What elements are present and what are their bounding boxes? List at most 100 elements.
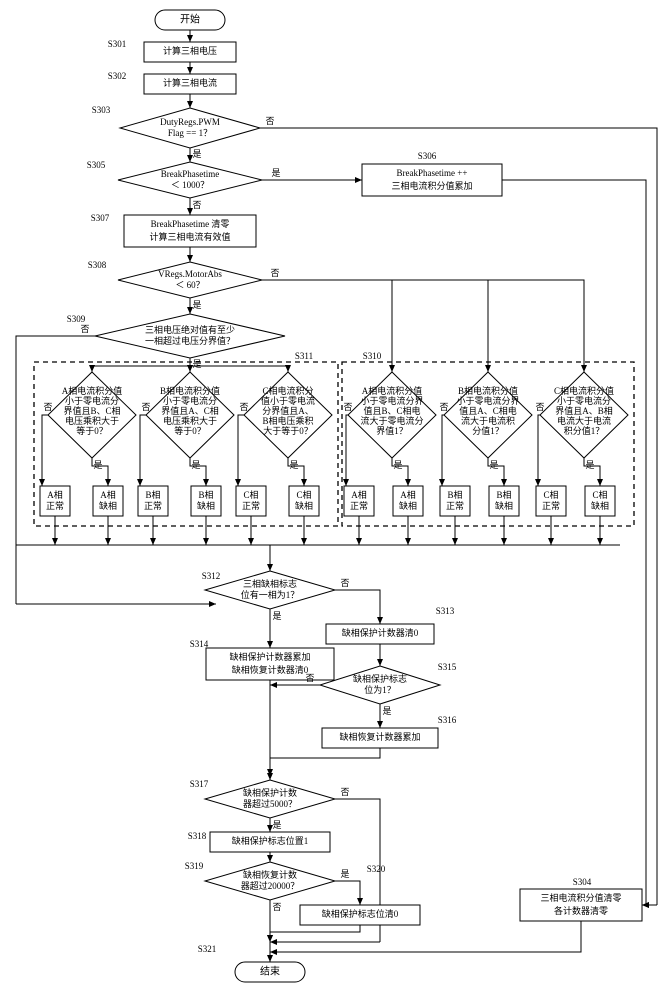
svg-text:A相: A相: [100, 489, 116, 500]
svg-text:A相: A相: [400, 489, 416, 500]
svg-text:是: 是: [289, 460, 298, 470]
s311-label: S311: [295, 351, 313, 361]
svg-text:否: 否: [43, 402, 52, 412]
s319-a: 缺相恢复计数: [243, 869, 297, 880]
s309-label: S309: [67, 314, 86, 324]
s315-b: 位为1？: [364, 684, 396, 695]
svg-text:B相: B相: [496, 489, 511, 500]
svg-text:B相电流积分值: B相电流积分值: [458, 385, 518, 396]
s308-label: S308: [88, 260, 107, 270]
svg-text:值且B、C相电: 值且B、C相电: [363, 405, 420, 416]
s321-label: S321: [198, 944, 217, 954]
svg-text:正常: 正常: [446, 500, 464, 511]
start-label: 开始: [180, 12, 200, 25]
s305-d2: ＜ 1000？: [171, 180, 209, 190]
svg-text:是: 是: [93, 460, 102, 470]
svg-text:否: 否: [535, 402, 544, 412]
s308-b: ＜ 60？: [175, 280, 204, 290]
s304-a: 三相电流积分值清零: [540, 892, 621, 903]
s312-b: 位有一相为1？: [241, 589, 300, 600]
s302-box: 计算三相电流: [163, 77, 217, 88]
svg-text:A相: A相: [351, 489, 367, 500]
svg-text:是: 是: [585, 460, 594, 470]
svg-text:小于零电流分: 小于零电流分: [163, 395, 217, 406]
s303-label: S303: [92, 105, 111, 115]
s314-a: 缺相保护计数器累加: [229, 651, 310, 662]
svg-text:等于0？: 等于0？: [76, 425, 108, 436]
svg-text:否: 否: [80, 324, 89, 334]
svg-text:电压乘积大于: 电压乘积大于: [163, 415, 217, 426]
svg-text:是: 是: [340, 869, 349, 879]
svg-text:界值1？: 界值1？: [376, 425, 408, 436]
svg-text:正常: 正常: [542, 500, 560, 511]
svg-text:A相电流积分值: A相电流积分值: [362, 385, 423, 396]
end-label: 结束: [260, 964, 280, 977]
svg-text:B相电流积分值: B相电流积分值: [160, 385, 220, 396]
svg-text:否: 否: [270, 268, 279, 278]
svg-text:正常: 正常: [46, 500, 64, 511]
svg-text:是: 是: [393, 460, 402, 470]
svg-text:界值且A、C相: 界值且A、C相: [161, 405, 219, 416]
s304-b: 各计数器清零: [554, 905, 608, 916]
svg-text:否: 否: [141, 402, 150, 412]
s319-label: S319: [185, 861, 204, 871]
svg-text:正常: 正常: [144, 500, 162, 511]
s307-label: S307: [91, 213, 110, 223]
svg-text:否: 否: [239, 402, 248, 412]
svg-text:小于零电流分界: 小于零电流分界: [360, 395, 423, 406]
svg-text:B相电压乘积: B相电压乘积: [262, 415, 313, 426]
s307-a: BreakPhasetime 清零: [151, 218, 230, 229]
svg-text:是: 是: [191, 460, 200, 470]
svg-text:流大于零电流分: 流大于零电流分: [360, 415, 423, 426]
svg-text:缺相: 缺相: [591, 500, 609, 511]
svg-text:C相: C相: [243, 489, 258, 500]
s314-b: 缺相恢复计数器清0: [232, 664, 309, 675]
s301-box: 计算三相电压: [163, 45, 217, 56]
svg-text:是: 是: [271, 168, 280, 178]
svg-text:C相电流积分值: C相电流积分值: [554, 385, 614, 396]
svg-text:是: 是: [192, 359, 201, 369]
svg-text:A相: A相: [47, 489, 63, 500]
svg-text:是: 是: [272, 820, 281, 830]
s317-b: 器超过5000？: [243, 798, 297, 809]
svg-text:缺相: 缺相: [399, 500, 417, 511]
svg-text:否: 否: [192, 200, 201, 210]
svg-text:B相: B相: [198, 489, 213, 500]
svg-text:B相: B相: [145, 489, 160, 500]
svg-text:界值且A、B相: 界值且A、B相: [555, 405, 613, 416]
s318-label: S318: [188, 831, 207, 841]
svg-text:C相: C相: [296, 489, 311, 500]
s309-b: 一相超过电压分界值？: [145, 335, 235, 346]
s301-label: S301: [108, 39, 127, 49]
svg-text:流大于电流积: 流大于电流积: [461, 415, 515, 426]
svg-text:大于等于0？: 大于等于0？: [263, 425, 313, 436]
svg-text:否: 否: [340, 787, 349, 797]
s316-box: 缺相恢复计数器累加: [339, 731, 420, 742]
s305-label: S305: [87, 160, 106, 170]
svg-text:小于零电流分: 小于零电流分: [557, 395, 611, 406]
s312-label: S312: [202, 571, 221, 581]
svg-text:分值1？: 分值1？: [472, 425, 504, 436]
s306-a: BreakPhasetime ++: [397, 168, 468, 178]
svg-text:小于零电流分: 小于零电流分: [65, 395, 119, 406]
s305-d1: BreakPhasetime: [161, 169, 219, 179]
s303-d2: Flag == 1？: [168, 128, 212, 138]
s317-a: 缺相保护计数: [243, 787, 297, 798]
svg-text:缺相: 缺相: [197, 500, 215, 511]
s307-b: 计算三相电流有效值: [149, 231, 230, 242]
svg-text:积分值1？: 积分值1？: [564, 425, 605, 436]
svg-text:A相电流积分值: A相电流积分值: [62, 385, 123, 396]
svg-text:否: 否: [439, 402, 448, 412]
svg-text:电流大于电流: 电流大于电流: [557, 415, 611, 426]
svg-text:缺相: 缺相: [295, 500, 313, 511]
s315-a: 缺相保护标志: [353, 673, 407, 684]
s313-box: 缺相保护计数器清0: [342, 627, 419, 638]
svg-text:缺相: 缺相: [495, 500, 513, 511]
svg-text:正常: 正常: [242, 500, 260, 511]
svg-text:否: 否: [272, 902, 281, 912]
s302-label: S302: [108, 71, 127, 81]
svg-text:B相: B相: [447, 489, 462, 500]
s309-a: 三相电压绝对值有至少: [145, 324, 235, 335]
svg-text:是: 是: [382, 706, 391, 716]
s306-b: 三相电流积分值累加: [391, 180, 472, 191]
